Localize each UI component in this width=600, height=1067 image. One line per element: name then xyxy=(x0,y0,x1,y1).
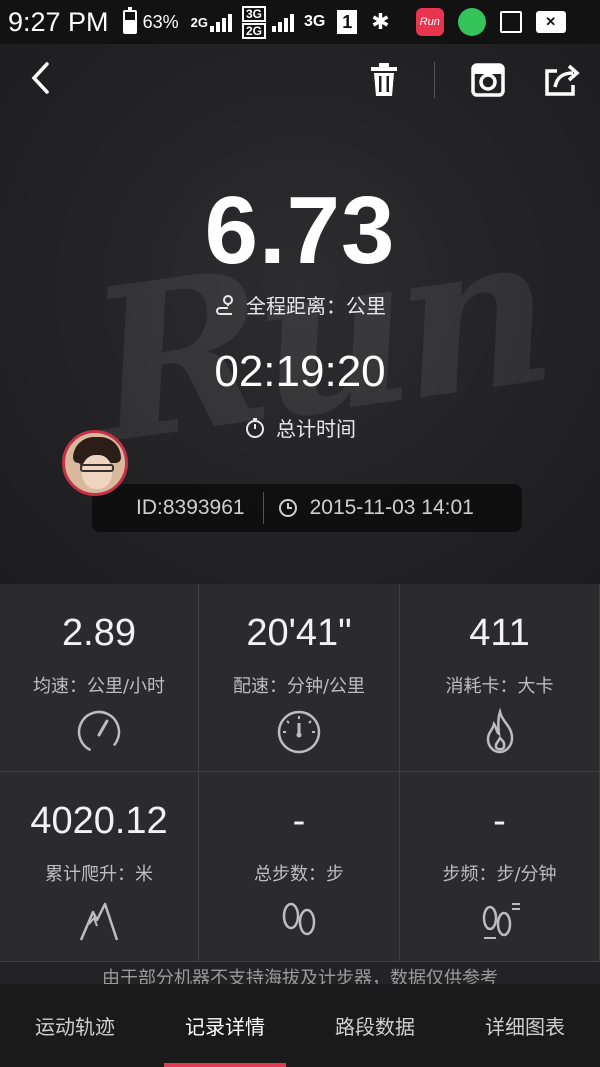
stat-pace: 20'41" 配速：分钟/公里 xyxy=(199,584,400,772)
stat-value: - xyxy=(493,800,506,842)
user-info-pill: ID:8393961 2015-11-03 14:01 xyxy=(92,484,522,532)
instagram-button[interactable] xyxy=(466,58,510,102)
network-type-label: 3G xyxy=(241,5,266,22)
sim-icon: 1 xyxy=(337,10,358,34)
stat-avg-speed: 2.89 均速：公里/小时 xyxy=(0,584,199,772)
run-timestamp: 2015-11-03 14:01 xyxy=(309,496,474,519)
top-toolbar xyxy=(0,44,600,116)
bluetooth-icon: ✱ xyxy=(371,9,390,34)
stat-calories: 411 消耗卡：大卡 xyxy=(400,584,600,772)
status-time: 9:27 PM xyxy=(8,6,109,37)
share-button[interactable] xyxy=(540,58,584,102)
instagram-icon xyxy=(471,63,505,97)
chat-app-notification-icon xyxy=(457,8,486,36)
gallery-notification-icon xyxy=(499,11,522,33)
speedometer-icon xyxy=(77,710,121,754)
stat-label: 消耗卡：大卡 xyxy=(445,676,554,697)
route-pin-icon xyxy=(216,294,233,315)
stat-value: 411 xyxy=(469,612,530,654)
data-disclaimer: 由于部分机器不支持海拔及计步器，数据仅供参考 xyxy=(0,962,600,984)
stats-grid: 2.89 均速：公里/小时 20'41" 配速：分钟/公里 411 消耗卡：大卡… xyxy=(0,584,600,962)
delete-button[interactable] xyxy=(364,58,404,102)
share-icon xyxy=(545,64,580,96)
tab-track[interactable]: 运动轨迹 xyxy=(0,984,150,1067)
summary-hero: Run 6.73 全程距离：公里 02:19:20 总计时间 ID:839396… xyxy=(0,44,600,584)
tab-record-details[interactable]: 记录详情 xyxy=(150,984,300,1067)
trash-icon xyxy=(371,63,397,96)
pace-gauge-icon xyxy=(277,710,321,754)
stat-steps: - 总步数：步 xyxy=(199,772,400,962)
dual-network-badge: 3G 2G xyxy=(241,5,270,39)
battery-icon xyxy=(122,7,137,34)
stat-cadence: - 步频：步/分钟 xyxy=(400,772,600,962)
stopwatch-icon xyxy=(246,417,264,438)
stat-label: 总步数：步 xyxy=(254,864,344,885)
duration-value: 02:19:20 xyxy=(214,347,386,396)
stat-value: 20'41" xyxy=(246,612,352,654)
clock-icon xyxy=(278,498,298,518)
tab-segment-data[interactable]: 路段数据 xyxy=(300,984,450,1067)
network-type-label: 2G xyxy=(190,14,208,30)
stat-label: 累计爬升：米 xyxy=(45,864,153,885)
status-bar: 9:27 PM 63% 2G 3G 2G 3G 1 ✱ Run xyxy=(0,0,600,44)
stat-value: - xyxy=(292,800,306,842)
bottom-tab-bar: 运动轨迹 记录详情 路段数据 详细图表 xyxy=(0,984,600,1067)
stat-label: 均速：公里/小时 xyxy=(32,676,166,697)
tab-detailed-charts[interactable]: 详细图表 xyxy=(450,984,600,1067)
toolbar-divider xyxy=(434,62,435,98)
footprints-icon xyxy=(282,902,316,936)
distance-label: 全程距离：公里 xyxy=(246,294,386,318)
avatar[interactable] xyxy=(62,430,128,496)
chevron-left-icon xyxy=(31,62,49,94)
run-app-notification-icon: Run xyxy=(415,8,444,36)
duration-label: 总计时间 xyxy=(276,417,356,441)
stat-label: 配速：分钟/公里 xyxy=(232,676,366,697)
battery-percent: 63% xyxy=(142,11,179,32)
distance-value: 6.73 xyxy=(204,177,396,284)
stat-elevation: 4020.12 累计爬升：米 xyxy=(0,772,199,962)
flame-icon xyxy=(486,708,513,754)
signal-icon xyxy=(271,12,294,32)
distance-label-row: 全程距离：公里 xyxy=(0,290,600,319)
stat-label: 步频：步/分钟 xyxy=(442,864,557,885)
mountain-icon xyxy=(79,902,119,941)
user-id: ID:8393961 xyxy=(136,496,245,519)
back-button[interactable] xyxy=(20,56,60,100)
pill-divider xyxy=(262,492,264,524)
signal-icon xyxy=(209,12,232,32)
message-notification-icon xyxy=(535,11,566,33)
footprints-rate-icon xyxy=(482,903,520,939)
data-activity-label: 3G xyxy=(303,13,326,30)
stat-value: 2.89 xyxy=(62,612,136,654)
network-type-label: 2G xyxy=(241,22,266,39)
stat-value: 4020.12 xyxy=(30,800,168,842)
